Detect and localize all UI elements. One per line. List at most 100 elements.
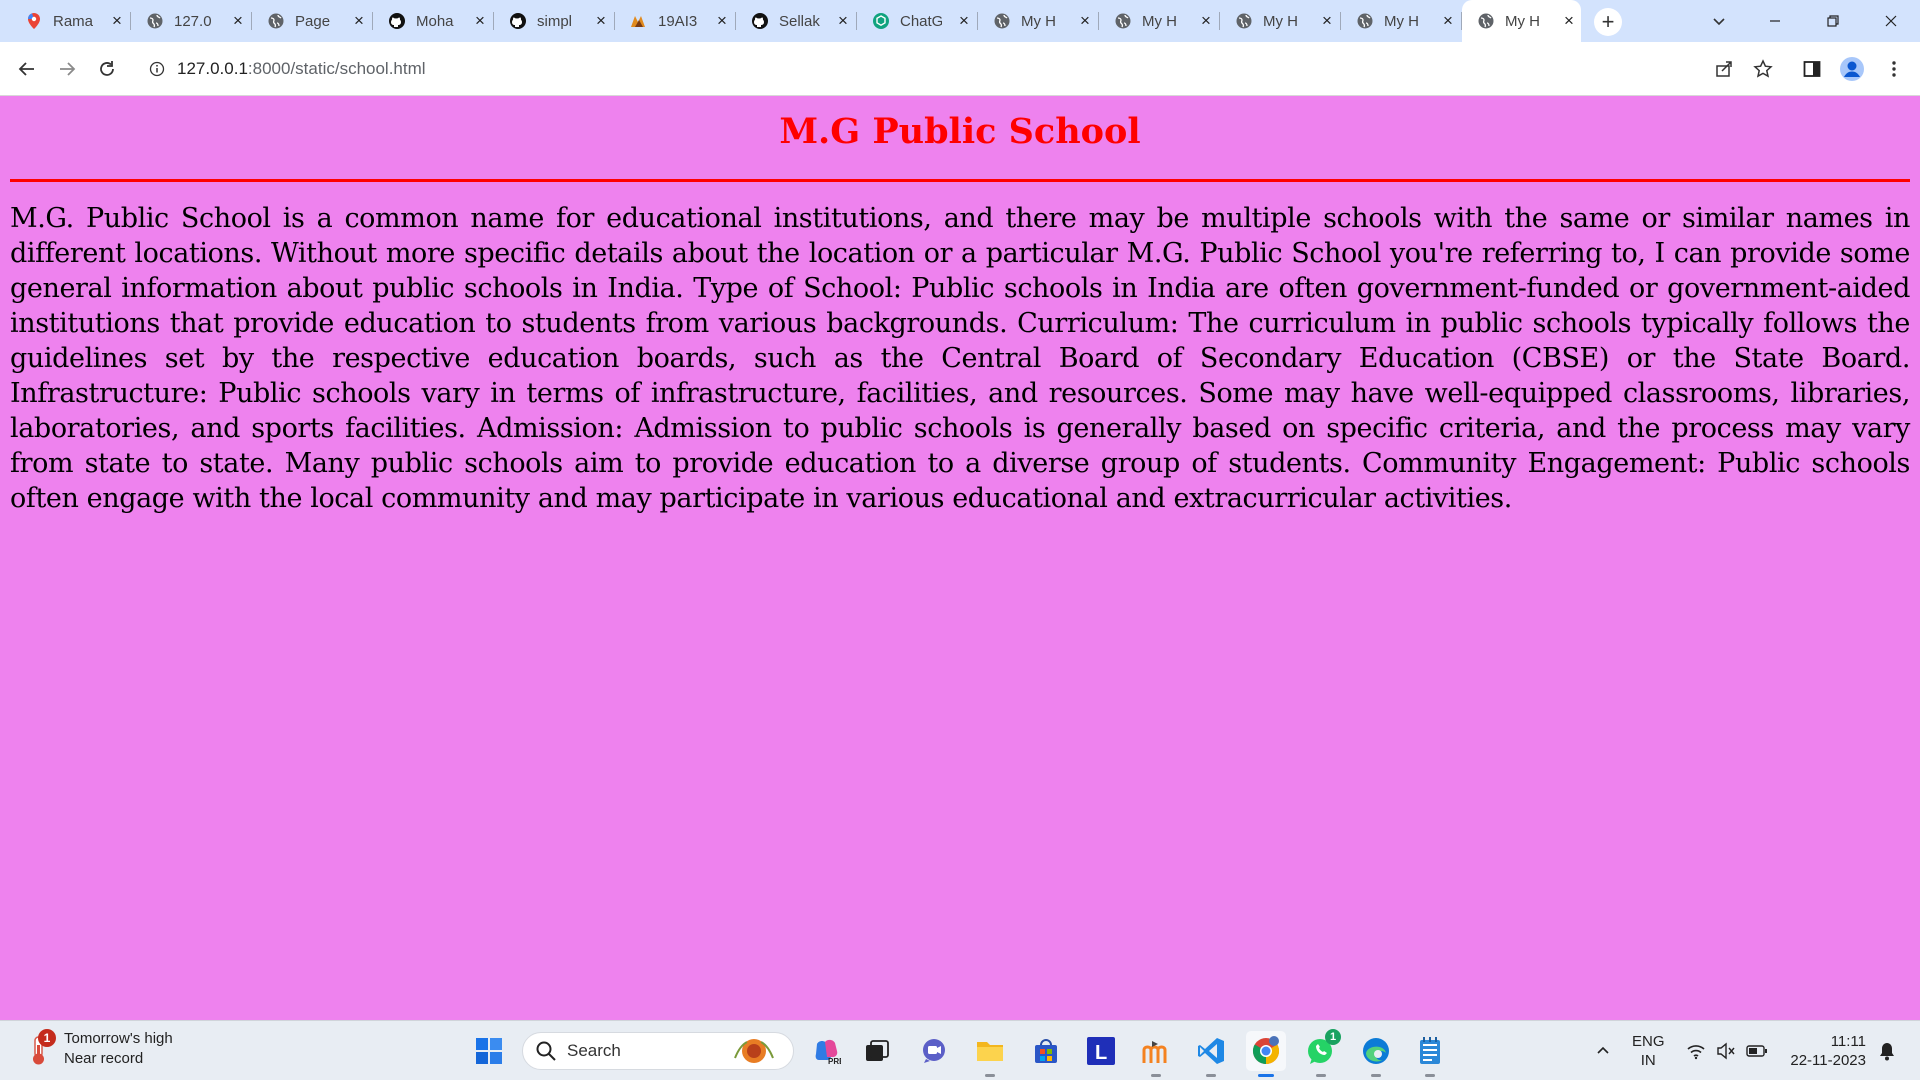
browser-tab[interactable]: 127.0 × <box>131 0 252 42</box>
close-tab-icon[interactable]: × <box>1077 11 1093 31</box>
share-button[interactable] <box>1708 53 1740 85</box>
more-vertical-icon <box>1892 61 1896 77</box>
wifi-status[interactable] <box>1684 1021 1708 1080</box>
thermometer-icon: 1 <box>26 1029 56 1067</box>
microsoft-store-app[interactable] <box>1026 1031 1066 1071</box>
close-tab-icon[interactable]: × <box>351 11 367 31</box>
browser-tab[interactable]: My H × <box>978 0 1099 42</box>
tab-title: simpl <box>537 12 573 30</box>
search-highlight-icon <box>734 1039 774 1063</box>
browser-tab[interactable]: My H × <box>1341 0 1462 42</box>
battery-status[interactable] <box>1744 1021 1770 1080</box>
globe-icon <box>1234 11 1254 31</box>
globe-icon <box>1476 11 1496 31</box>
browser-tab[interactable]: Moha × <box>373 0 494 42</box>
url-path: :8000/static/school.html <box>247 59 426 78</box>
browser-tab[interactable]: My H × <box>1099 0 1220 42</box>
tab-title: My H <box>1263 12 1298 30</box>
tab-search-button[interactable] <box>1696 0 1742 42</box>
bookmark-button[interactable] <box>1747 53 1779 85</box>
minimize-button[interactable] <box>1752 0 1798 42</box>
task-view-app[interactable] <box>857 1031 897 1071</box>
chevron-up-icon <box>1597 1046 1609 1054</box>
teams-chat-app[interactable] <box>914 1031 954 1071</box>
vscode-icon <box>1198 1038 1224 1064</box>
forward-button[interactable] <box>51 53 83 85</box>
browser-tab[interactable]: 19AI3 × <box>615 0 736 42</box>
l-app[interactable]: L <box>1081 1031 1121 1071</box>
running-indicator <box>1371 1074 1381 1077</box>
github-icon <box>387 11 407 31</box>
browser-tab[interactable]: Page × <box>252 0 373 42</box>
close-tab-icon[interactable]: × <box>956 11 972 31</box>
reload-button[interactable] <box>91 53 123 85</box>
task-view-icon <box>866 1040 889 1061</box>
site-logo-icon <box>629 11 649 31</box>
weather-headline: Tomorrow's high <box>64 1030 173 1047</box>
tab-title: Sellak <box>779 12 820 30</box>
side-panel-button[interactable] <box>1796 53 1828 85</box>
weather-subline: Near record <box>64 1050 144 1067</box>
close-tab-icon[interactable]: × <box>1319 11 1335 31</box>
arrow-left-icon <box>18 62 34 76</box>
browser-tab[interactable]: Rama × <box>10 0 131 42</box>
show-hidden-icons-button[interactable] <box>1590 1021 1616 1080</box>
close-tab-icon[interactable]: × <box>1561 11 1577 31</box>
restore-button[interactable] <box>1810 0 1856 42</box>
browser-tab[interactable]: My H × <box>1220 0 1341 42</box>
chrome-app[interactable] <box>1246 1031 1286 1077</box>
close-tab-icon[interactable]: × <box>472 11 488 31</box>
taskbar-search[interactable]: Search <box>522 1032 794 1070</box>
wifi-icon <box>1687 1045 1705 1060</box>
close-tab-icon[interactable]: × <box>1440 11 1456 31</box>
browser-tab[interactable]: ChatG × <box>857 0 978 42</box>
edge-icon <box>1363 1038 1389 1064</box>
close-tab-icon[interactable]: × <box>593 11 609 31</box>
file-explorer-app[interactable] <box>970 1031 1010 1077</box>
system-clock[interactable]: 11:11 22-11-2023 <box>1782 1032 1866 1070</box>
tab-title: My H <box>1142 12 1177 30</box>
running-indicator <box>1151 1074 1161 1077</box>
url-text[interactable]: 127.0.0.1:8000/static/school.html <box>177 59 426 79</box>
running-indicator <box>1206 1074 1216 1077</box>
bell-icon <box>1880 1043 1894 1061</box>
start-button[interactable] <box>469 1031 509 1071</box>
input-language-indicator[interactable]: ENG IN <box>1632 1032 1665 1070</box>
profile-button[interactable] <box>1836 53 1868 85</box>
reload-icon <box>100 61 114 76</box>
globe-icon <box>992 11 1012 31</box>
url-host: 127.0.0.1 <box>177 59 248 78</box>
browser-tab[interactable]: Sellak × <box>736 0 857 42</box>
address-bar[interactable]: 127.0.0.1:8000/static/school.html <box>138 49 1755 89</box>
back-button[interactable] <box>11 53 43 85</box>
globe-icon <box>1113 11 1133 31</box>
vscode-app[interactable] <box>1191 1031 1231 1077</box>
volume-status[interactable] <box>1714 1021 1738 1080</box>
share-icon <box>1716 61 1732 77</box>
new-tab-button[interactable]: + <box>1594 8 1622 36</box>
language-code: ENG <box>1632 1033 1665 1050</box>
site-info-icon[interactable] <box>148 60 166 78</box>
moodle-app[interactable] <box>1136 1031 1176 1077</box>
notepad-app[interactable] <box>1410 1031 1450 1077</box>
letter-l-icon: L <box>1087 1037 1115 1065</box>
close-tab-icon[interactable]: × <box>1198 11 1214 31</box>
browser-menu-button[interactable] <box>1878 53 1910 85</box>
tab-title: Page <box>295 12 331 30</box>
copilot-app[interactable]: PRE <box>806 1031 846 1071</box>
browser-tab[interactable]: simpl × <box>494 0 615 42</box>
page-body-text: M.G. Public School is a common name for … <box>10 203 1910 514</box>
search-icon <box>536 1041 556 1061</box>
close-tab-icon[interactable]: × <box>109 11 125 31</box>
whatsapp-app[interactable]: 1 <box>1301 1029 1341 1077</box>
svg-text:PRE: PRE <box>828 1057 841 1066</box>
github-icon <box>750 11 770 31</box>
close-tab-icon[interactable]: × <box>714 11 730 31</box>
close-tab-icon[interactable]: × <box>835 11 851 31</box>
edge-app[interactable] <box>1356 1031 1396 1077</box>
close-tab-icon[interactable]: × <box>230 11 246 31</box>
weather-widget[interactable]: 1 Tomorrow's high Near record <box>26 1029 173 1069</box>
close-window-button[interactable] <box>1868 0 1914 42</box>
browser-tab[interactable]: My H × <box>1462 0 1581 42</box>
notifications-button[interactable] <box>1872 1021 1902 1080</box>
